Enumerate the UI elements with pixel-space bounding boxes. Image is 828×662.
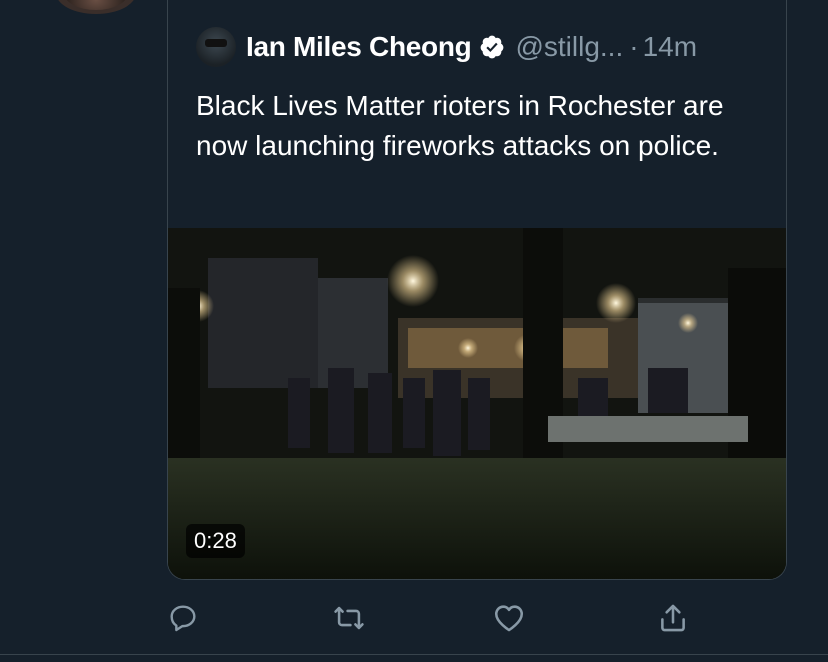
quoted-author-avatar[interactable] [196, 27, 236, 67]
retweet-button[interactable] [329, 598, 369, 638]
like-icon [494, 605, 524, 632]
share-icon [661, 604, 685, 632]
tweet-action-bar [167, 598, 707, 638]
quoted-tweet-header: Ian Miles Cheong @stillg... · 14m [196, 24, 697, 70]
share-button[interactable] [653, 598, 693, 638]
reply-icon [170, 605, 196, 632]
quoted-tweet-card[interactable]: Ian Miles Cheong @stillg... · 14m Black … [167, 0, 787, 580]
quoted-author-name[interactable]: Ian Miles Cheong [246, 31, 472, 63]
tweet-divider [0, 654, 828, 655]
video-thumbnail [168, 228, 786, 579]
retweet-icon [334, 606, 364, 630]
reply-button[interactable] [163, 598, 203, 638]
tweet-author-avatar[interactable] [56, 0, 136, 14]
quoted-author-handle[interactable]: @stillg... [515, 31, 623, 63]
quoted-tweet-text: Black Lives Matter rioters in Rochester … [196, 90, 724, 161]
verified-badge-icon [479, 34, 505, 60]
video-player[interactable]: 0:28 [168, 228, 786, 579]
timestamp-separator: · [629, 31, 639, 62]
video-duration-badge: 0:28 [186, 524, 245, 558]
quoted-tweet-timestamp[interactable]: 14m [643, 31, 697, 63]
like-button[interactable] [489, 598, 529, 638]
